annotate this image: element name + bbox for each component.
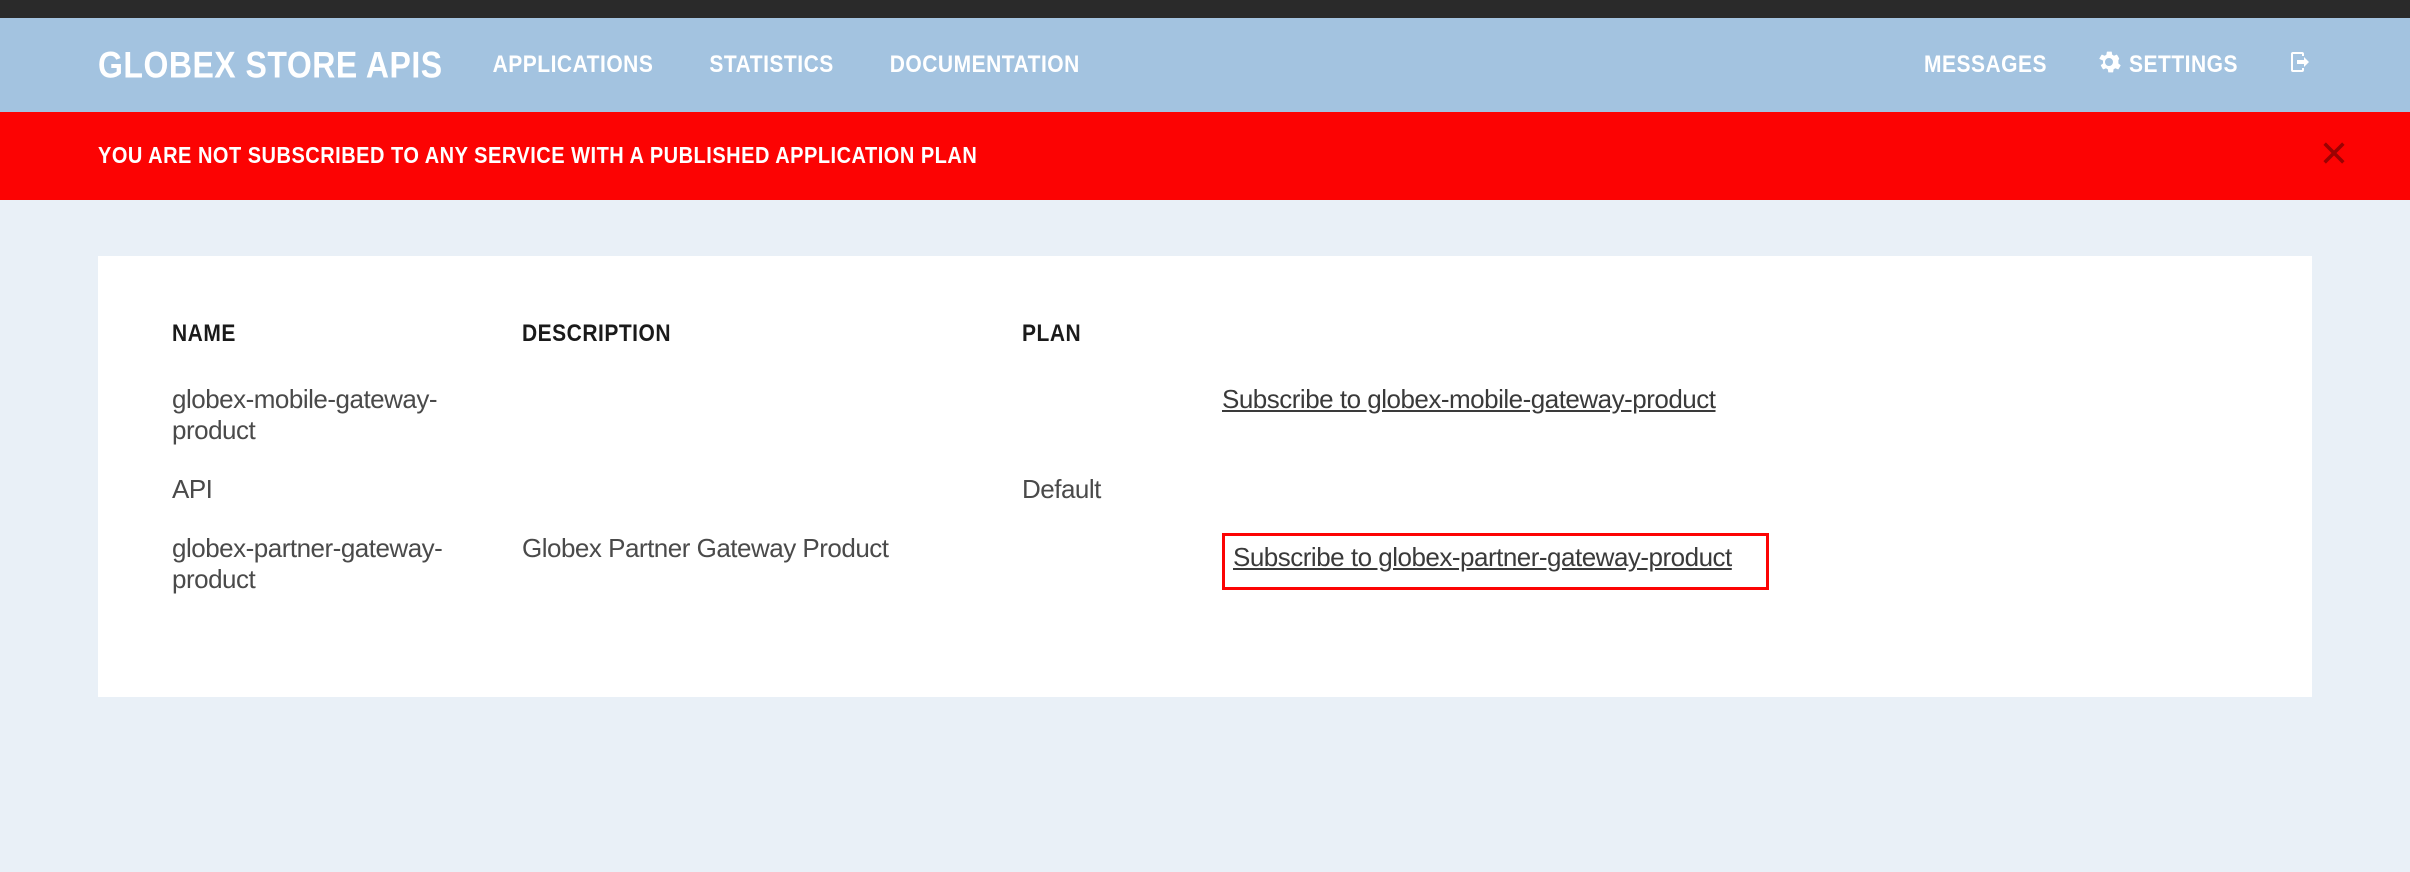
col-header-name: NAME (156, 312, 506, 370)
content-area: NAME DESCRIPTION PLAN globex-mobile-gate… (0, 200, 2410, 697)
nav-applications[interactable]: APPLICATIONS (493, 53, 654, 77)
alert-close-button[interactable] (2318, 140, 2350, 172)
nav-right: MESSAGES SETTINGS (1924, 50, 2312, 80)
alert-banner: YOU ARE NOT SUBSCRIBED TO ANY SERVICE WI… (0, 112, 2410, 200)
plans-card: NAME DESCRIPTION PLAN globex-mobile-gate… (156, 312, 1940, 609)
table-row: globex-partner-gateway-product Globex Pa… (156, 519, 1940, 609)
table-row: globex-mobile-gateway-product Subscribe … (156, 370, 1940, 460)
primary-nav: APPLICATIONS STATISTICS DOCUMENTATION (493, 53, 1080, 77)
cell-subscribe (1206, 460, 1940, 519)
nav-statistics[interactable]: STATISTICS (709, 53, 833, 77)
brand-logo[interactable]: GLOBEX STORE APIS (98, 47, 443, 84)
cell-subscribe: Subscribe to globex-partner-gateway-prod… (1206, 519, 1940, 609)
outer-card: NAME DESCRIPTION PLAN globex-mobile-gate… (98, 256, 2312, 697)
logout-icon (2288, 50, 2312, 80)
col-header-description: DESCRIPTION (506, 312, 1006, 370)
cell-name: API (156, 460, 506, 519)
col-header-plan: PLAN (1006, 312, 1206, 370)
nav-logout[interactable] (2288, 50, 2312, 80)
subscribe-link[interactable]: Subscribe to globex-partner-gateway-prod… (1233, 542, 1732, 572)
cell-description (506, 370, 1006, 460)
nav-documentation[interactable]: DOCUMENTATION (890, 53, 1080, 77)
cell-name: globex-mobile-gateway-product (156, 370, 506, 460)
cell-name: globex-partner-gateway-product (156, 519, 506, 609)
table-row: API Default (156, 460, 1940, 519)
close-icon (2320, 139, 2348, 173)
cell-plan: Default (1006, 460, 1206, 519)
cell-description: Globex Partner Gateway Product (506, 519, 1006, 609)
browser-top-bar (0, 0, 2410, 18)
cell-plan (1006, 519, 1206, 609)
plans-table: NAME DESCRIPTION PLAN globex-mobile-gate… (156, 312, 1940, 609)
main-nav-header: GLOBEX STORE APIS APPLICATIONS STATISTIC… (0, 18, 2410, 112)
subscribe-link[interactable]: Subscribe to globex-mobile-gateway-produ… (1222, 384, 1716, 414)
nav-messages[interactable]: MESSAGES (1924, 53, 2047, 77)
highlight-box: Subscribe to globex-partner-gateway-prod… (1222, 533, 1769, 590)
cell-subscribe: Subscribe to globex-mobile-gateway-produ… (1206, 370, 1940, 460)
cell-description (506, 460, 1006, 519)
alert-message: YOU ARE NOT SUBSCRIBED TO ANY SERVICE WI… (98, 145, 977, 168)
gear-icon (2097, 50, 2121, 80)
cell-plan (1006, 370, 1206, 460)
nav-settings[interactable]: SETTINGS (2097, 50, 2238, 80)
